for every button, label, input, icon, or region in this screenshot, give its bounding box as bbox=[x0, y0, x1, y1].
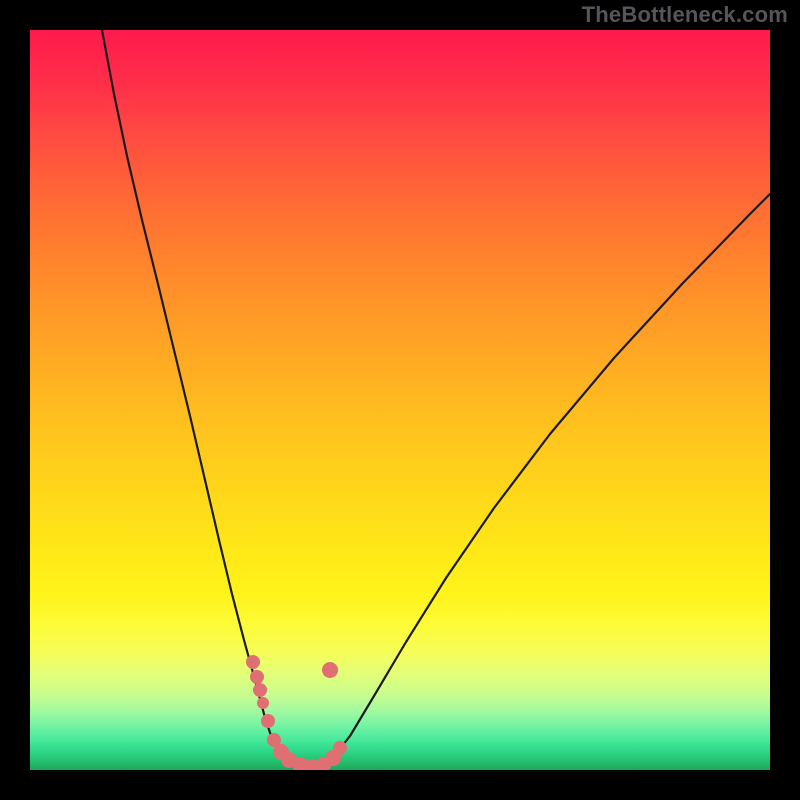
data-marker bbox=[322, 662, 338, 678]
data-marker bbox=[250, 670, 264, 684]
watermark-text: TheBottleneck.com bbox=[582, 2, 788, 28]
data-markers bbox=[246, 655, 347, 770]
plot-area bbox=[30, 30, 770, 770]
data-marker bbox=[257, 697, 269, 709]
v-curve-path bbox=[102, 30, 770, 768]
data-marker bbox=[253, 683, 267, 697]
data-marker bbox=[261, 714, 275, 728]
chart-frame: TheBottleneck.com bbox=[0, 0, 800, 800]
data-marker bbox=[333, 741, 347, 755]
bottleneck-curve bbox=[30, 30, 770, 770]
data-marker bbox=[246, 655, 260, 669]
